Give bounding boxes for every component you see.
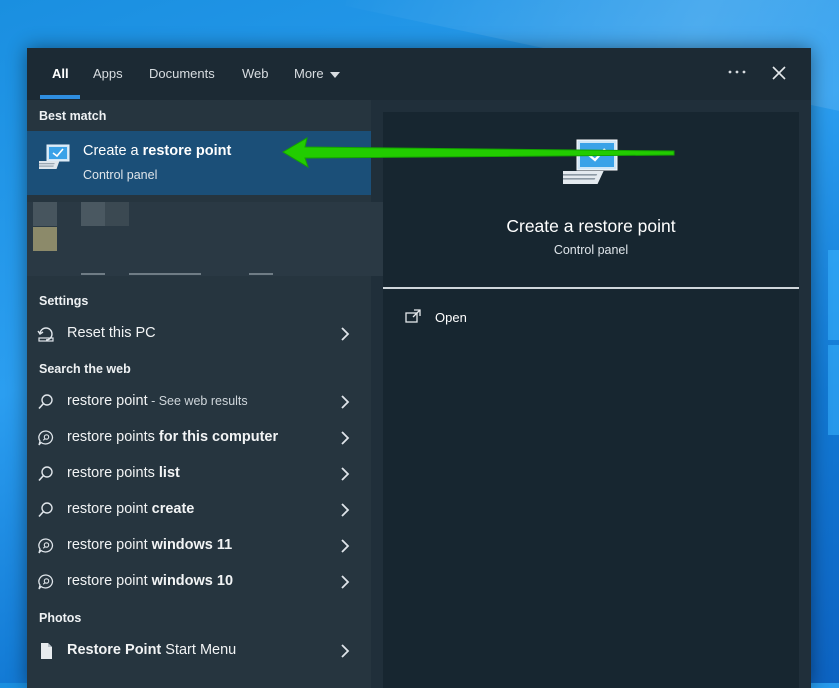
tab-all[interactable]: All xyxy=(52,66,69,81)
web-result-label: restore point windows 11 xyxy=(67,537,232,553)
chevron-right-icon xyxy=(341,539,350,553)
tab-web[interactable]: Web xyxy=(242,66,269,81)
best-match-title: Create a restore point xyxy=(83,143,231,159)
redacted-line xyxy=(129,273,201,275)
web-result-item[interactable]: restore point - See web results xyxy=(27,385,371,419)
chevron-right-icon xyxy=(341,395,350,409)
web-result-text: restore point xyxy=(67,393,148,409)
chevron-right-icon xyxy=(341,431,350,445)
document-icon xyxy=(41,643,52,659)
reset-pc-icon xyxy=(37,327,54,342)
settings-item-reset-pc[interactable]: Reset this PC xyxy=(27,317,371,351)
photos-item-light: Start Menu xyxy=(161,642,237,658)
more-options-icon xyxy=(728,70,746,74)
redacted-block xyxy=(33,227,57,251)
settings-item-label: Reset this PC xyxy=(67,325,156,341)
web-result-bold: windows 11 xyxy=(151,537,233,553)
web-result-text: restore points xyxy=(67,465,159,481)
options-button[interactable] xyxy=(727,64,747,80)
web-result-item[interactable]: restore point windows 11 xyxy=(27,529,371,563)
system-restore-icon xyxy=(39,144,70,169)
web-result-item[interactable]: restore point windows 10 xyxy=(27,565,371,599)
preview-title: Create a restore point xyxy=(506,216,676,236)
search-icon xyxy=(38,502,53,518)
chevron-right-icon xyxy=(341,503,350,517)
section-best-match: Best match xyxy=(39,109,107,123)
web-result-hint: - See web results xyxy=(147,394,248,408)
tab-more[interactable]: More xyxy=(294,66,340,81)
redacted-result xyxy=(27,202,393,276)
search-window: All Apps Documents Web More Best match C… xyxy=(27,48,811,688)
redacted-block xyxy=(33,202,57,226)
section-settings: Settings xyxy=(39,294,89,308)
web-result-label: restore point create xyxy=(67,501,194,517)
web-result-item[interactable]: restore points list xyxy=(27,457,371,491)
redacted-line xyxy=(249,273,273,275)
open-button-label: Open xyxy=(435,310,467,325)
web-result-label: restore point windows 10 xyxy=(67,573,233,589)
web-result-label: restore points for this computer xyxy=(67,429,278,445)
close-button[interactable] xyxy=(771,65,787,81)
open-external-icon xyxy=(405,309,421,323)
chevron-right-icon xyxy=(341,327,350,341)
chevron-right-icon xyxy=(341,644,350,658)
web-result-item[interactable]: restore points for this computer xyxy=(27,421,371,455)
redacted-line xyxy=(81,273,105,275)
results-panel: Best match Create a restore point Contro… xyxy=(27,100,393,688)
web-result-label: restore point - See web results xyxy=(67,393,248,409)
section-photos: Photos xyxy=(39,611,82,625)
tab-documents[interactable]: Documents xyxy=(149,66,215,81)
preview-panel: Create a restore point Control panel Ope… xyxy=(383,112,799,688)
web-result-text: restore point xyxy=(67,501,152,517)
chevron-right-icon xyxy=(341,467,350,481)
preview-subtitle: Control panel xyxy=(553,243,629,257)
photos-item-restore-point[interactable]: Restore Point Start Menu xyxy=(27,634,371,668)
tab-apps[interactable]: Apps xyxy=(93,66,123,81)
best-match-subtitle: Control panel xyxy=(83,168,158,182)
chat-search-icon xyxy=(38,574,54,590)
chat-search-icon xyxy=(38,430,54,446)
search-icon xyxy=(38,394,53,410)
preview-divider xyxy=(383,287,799,289)
web-result-bold: create xyxy=(151,501,195,517)
web-result-text: restore point xyxy=(67,537,152,553)
desktop-tile xyxy=(828,345,839,435)
photos-item-label: Restore Point Start Menu xyxy=(67,642,236,658)
web-result-item[interactable]: restore point create xyxy=(27,493,371,527)
tab-more-label: More xyxy=(294,66,324,81)
best-match-title-prefix: Create a xyxy=(83,143,143,159)
active-tab-indicator xyxy=(40,95,80,99)
chevron-down-icon xyxy=(329,71,340,78)
web-result-text: restore points xyxy=(67,429,159,445)
web-result-bold: list xyxy=(158,465,180,481)
web-result-label: restore points list xyxy=(67,465,180,481)
section-search-web: Search the web xyxy=(39,362,131,376)
chat-search-icon xyxy=(38,538,54,554)
web-result-bold: for this computer xyxy=(158,429,279,445)
redacted-block xyxy=(81,202,105,226)
best-match-result[interactable]: Create a restore point Control panel xyxy=(27,131,371,195)
web-result-text: restore point xyxy=(67,573,152,589)
chevron-right-icon xyxy=(341,575,350,589)
system-restore-large-icon xyxy=(563,139,618,184)
close-icon xyxy=(772,66,786,80)
web-result-bold: windows 10 xyxy=(151,573,234,589)
search-tabs-bar: All Apps Documents Web More xyxy=(27,48,811,100)
redacted-block xyxy=(105,202,129,226)
best-match-title-bold: restore point xyxy=(142,143,232,159)
photos-item-bold: Restore Point xyxy=(67,642,162,658)
desktop-tile xyxy=(828,250,839,340)
search-icon xyxy=(38,466,53,482)
